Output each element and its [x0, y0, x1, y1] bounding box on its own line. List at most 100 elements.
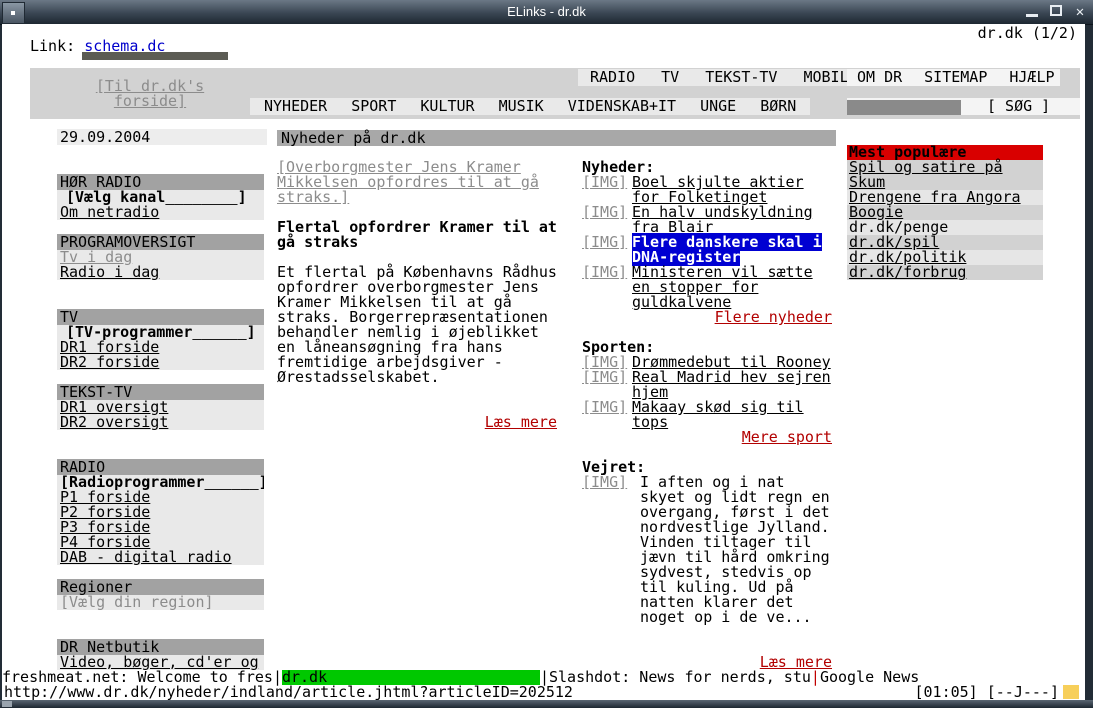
- home-link[interactable]: [Til dr.dk's forside]: [60, 79, 240, 109]
- menu-unge[interactable]: UNGE: [700, 99, 736, 114]
- search-input[interactable]: ____________: [847, 100, 961, 115]
- menu-boern[interactable]: BØRN: [760, 99, 796, 114]
- link-label: Link:: [30, 37, 75, 55]
- img-placeholder-link[interactable]: [IMG]: [582, 400, 627, 415]
- article-read-more-link[interactable]: Læs mere: [485, 413, 557, 431]
- img-placeholder-link[interactable]: [IMG]: [582, 475, 627, 490]
- resize-handle[interactable]: [2, 701, 12, 707]
- news-item: [IMG] Flere danskere skal i DNA-register: [582, 235, 832, 265]
- sidebar-link-tv-i-dag[interactable]: Tv i dag: [60, 250, 132, 265]
- popular-link-skum[interactable]: Spil og satire på Skum: [849, 158, 1003, 191]
- news-item: [IMG] Ministeren vil sætte en stopper fo…: [582, 265, 832, 310]
- status-clock: [01:05]: [915, 683, 978, 700]
- region-select[interactable]: [Vælg din region]: [60, 595, 264, 610]
- section-title: PROGRAMOVERSIGT: [57, 234, 264, 250]
- elinks-window: ELinks - dr.dk ✕ dr.dk (1/2) Link: schem…: [0, 0, 1093, 708]
- more-news-link[interactable]: Flere nyheder: [715, 308, 832, 326]
- menu-sport[interactable]: SPORT: [351, 99, 396, 114]
- news-link-blair[interactable]: En halv undskyldning fra Blair: [632, 203, 813, 236]
- sidebar-link-om-netradio[interactable]: Om netradio: [60, 205, 159, 220]
- sport-link-real-madrid[interactable]: Real Madrid hev sejren hjem: [632, 368, 831, 401]
- news-item: [IMG] Boel skjulte aktier for Folketinge…: [582, 175, 832, 205]
- news-link-boel[interactable]: Boel skjulte aktier for Folketinget: [632, 173, 804, 206]
- search-button[interactable]: [ SØG ]: [987, 99, 1050, 114]
- sport-list: [IMG] Drømmedebut til Rooney [IMG] Real …: [582, 355, 832, 430]
- meta-menu: OM DR SITEMAP HJÆLP: [847, 69, 1060, 86]
- sport-item: [IMG] Makaay skød sig til tops: [582, 400, 832, 430]
- sidebar-link-p1-forside[interactable]: P1 forside: [60, 490, 150, 505]
- popular-item: Spil og satire på Skum: [847, 160, 1043, 190]
- status-bar: http://www.dr.dk/nyheder/indland/article…: [2, 685, 1085, 700]
- article-image-link[interactable]: [Overborgmester Jens Kramer Mikkelsen op…: [277, 160, 557, 205]
- channel-select[interactable]: [Vælg kanal________]: [60, 190, 264, 205]
- news-link-ministeren[interactable]: Ministeren vil sætte en stopper for guld…: [632, 263, 813, 311]
- site-navigation: [Til dr.dk's forside] RADIO TV TEKST-TV …: [30, 68, 1080, 119]
- menu-nyheder[interactable]: NYHEDER: [264, 99, 327, 114]
- top-menu: RADIO TV TEKST-TV MOBIL: [578, 69, 861, 86]
- maximize-button[interactable]: [1045, 2, 1067, 22]
- maximize-icon: [1050, 5, 1062, 16]
- sidebar-link-p4-forside[interactable]: P4 forside: [60, 535, 150, 550]
- sidebar-link-p3-forside[interactable]: P3 forside: [60, 520, 150, 535]
- status-indicators: [01:05] [--J---]: [915, 685, 1060, 700]
- img-placeholder-link[interactable]: [IMG]: [582, 235, 627, 250]
- menu-hjaelp[interactable]: HJÆLP: [1009, 70, 1054, 85]
- browser-viewport: dr.dk (1/2) Link: schema.dc [Til dr.dk's…: [2, 24, 1085, 700]
- tv-program-select[interactable]: [TV-programmer______]: [60, 325, 264, 340]
- sidebar-link-dr1-forside[interactable]: DR1 forside: [60, 340, 159, 355]
- section-title: Regioner: [57, 579, 264, 595]
- sport-item: [IMG] Real Madrid hev sejren hjem: [582, 370, 832, 400]
- sidebar-link-dr2-forside[interactable]: DR2 forside: [60, 355, 159, 370]
- menu-kultur[interactable]: KULTUR: [420, 99, 474, 114]
- minimize-button[interactable]: [1021, 2, 1043, 22]
- img-placeholder-link[interactable]: [IMG]: [582, 370, 627, 385]
- popular-link-forbrug[interactable]: dr.dk/forbrug: [849, 263, 966, 281]
- sidebar-link-dr2-oversigt[interactable]: DR2 oversigt: [60, 415, 168, 430]
- most-popular-box: Mest populære Spil og satire på Skum Dre…: [847, 145, 1043, 280]
- sidebar-section-tv: TV [TV-programmer______] DR1 forside DR2…: [57, 309, 264, 370]
- sport-link-makaay[interactable]: Makaay skød sig til tops: [632, 398, 804, 431]
- menu-mobil[interactable]: MOBIL: [803, 70, 848, 85]
- menu-tekst-tv[interactable]: TEKST-TV: [705, 70, 777, 85]
- menu-musik[interactable]: MUSIK: [499, 99, 544, 114]
- sidebar-section-programoversigt: PROGRAMOVERSIGT Tv i dag Radio i dag: [57, 234, 264, 280]
- sidebar-link-dab[interactable]: DAB - digital radio: [60, 550, 232, 565]
- date-display: 29.09.2004: [57, 129, 267, 145]
- section-title: TEKST-TV: [57, 384, 264, 400]
- sidebar-section-radio: RADIO [Radioprogrammer______] P1 forside…: [57, 459, 264, 565]
- weather-text: I aften og i nat skyet og lidt regn en o…: [640, 475, 830, 625]
- more-sport-link[interactable]: Mere sport: [742, 428, 832, 446]
- title-bar: ELinks - dr.dk ✕: [0, 0, 1093, 25]
- menu-radio[interactable]: RADIO: [590, 70, 635, 85]
- tab-slashdot[interactable]: Slashdot: News for nerds, stu: [549, 668, 811, 686]
- sidebar-section-regioner: Regioner [Vælg din region]: [57, 579, 264, 610]
- window-title: ELinks - dr.dk: [0, 4, 1093, 20]
- section-title: RADIO: [57, 459, 264, 475]
- sidebar-section-tekst-tv: TEKST-TV DR1 oversigt DR2 oversigt: [57, 384, 264, 430]
- article-headline: Flertal opfordrer Kramer til at gå strak…: [277, 220, 557, 250]
- menu-videnskab-it[interactable]: VIDENSKAB+IT: [568, 99, 676, 114]
- page-indicator: dr.dk (1/2): [978, 26, 1077, 41]
- menu-om-dr[interactable]: OM DR: [857, 70, 902, 85]
- menu-tv[interactable]: TV: [661, 70, 679, 85]
- news-item: [IMG] En halv undskyldning fra Blair: [582, 205, 832, 235]
- img-placeholder-link[interactable]: [IMG]: [582, 205, 627, 220]
- sidebar-section-hoer-radio: HØR RADIO [Vælg kanal________] Om netrad…: [57, 174, 264, 220]
- menu-sitemap[interactable]: SITEMAP: [924, 70, 987, 85]
- close-button[interactable]: ✕: [1069, 2, 1091, 22]
- status-flags: [--J---]: [987, 683, 1059, 700]
- radio-program-select[interactable]: [Radioprogrammer______]: [60, 475, 264, 490]
- section-title: TV: [57, 309, 264, 325]
- content-section-header: Nyheder på dr.dk: [277, 130, 836, 146]
- sidebar-link-dr1-oversigt[interactable]: DR1 oversigt: [60, 400, 168, 415]
- weather-block: [IMG] I aften og i nat skyet og lidt reg…: [582, 475, 832, 625]
- search-row: ____________ [ SØG ]: [847, 98, 1080, 115]
- img-placeholder-link[interactable]: [IMG]: [582, 175, 627, 190]
- news-link-dna-selected[interactable]: Flere danskere skal i DNA-register: [632, 233, 822, 266]
- partial-image-artifact: [82, 52, 228, 60]
- tab-google-news[interactable]: Google News: [820, 668, 919, 686]
- img-placeholder-link[interactable]: [IMG]: [582, 265, 627, 280]
- sidebar-link-radio-i-dag[interactable]: Radio i dag: [60, 265, 159, 280]
- sidebar-link-p2-forside[interactable]: P2 forside: [60, 505, 150, 520]
- window-bottom-border: [0, 700, 1093, 708]
